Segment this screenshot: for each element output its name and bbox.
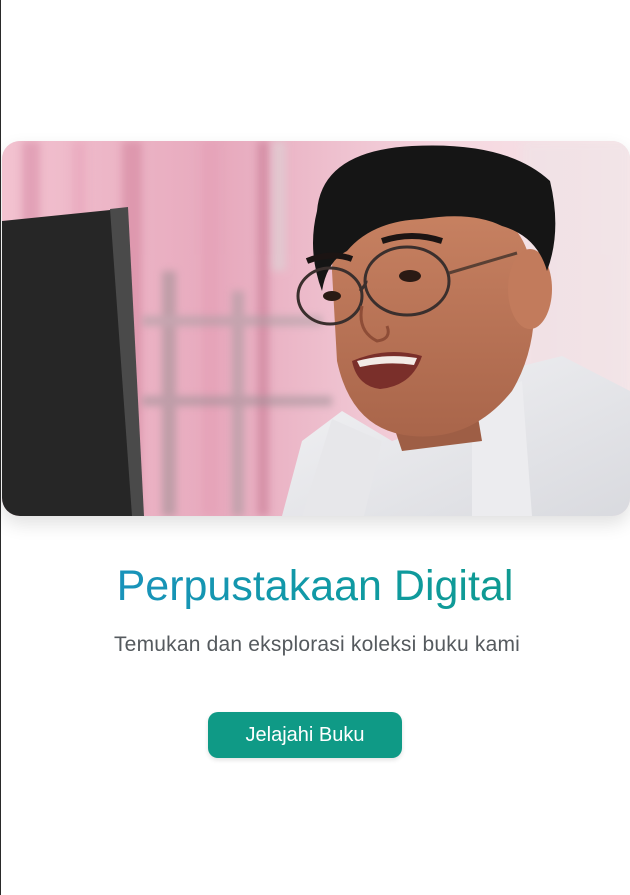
page-subtitle: Temukan dan eksplorasi koleksi buku kami	[113, 633, 521, 656]
window-left-border	[0, 0, 1, 895]
hero-photo	[2, 141, 630, 516]
page-title: Perpustakaan Digital	[0, 558, 630, 614]
hero-image	[2, 141, 630, 516]
explore-books-button[interactable]: Jelajahi Buku	[208, 712, 402, 758]
